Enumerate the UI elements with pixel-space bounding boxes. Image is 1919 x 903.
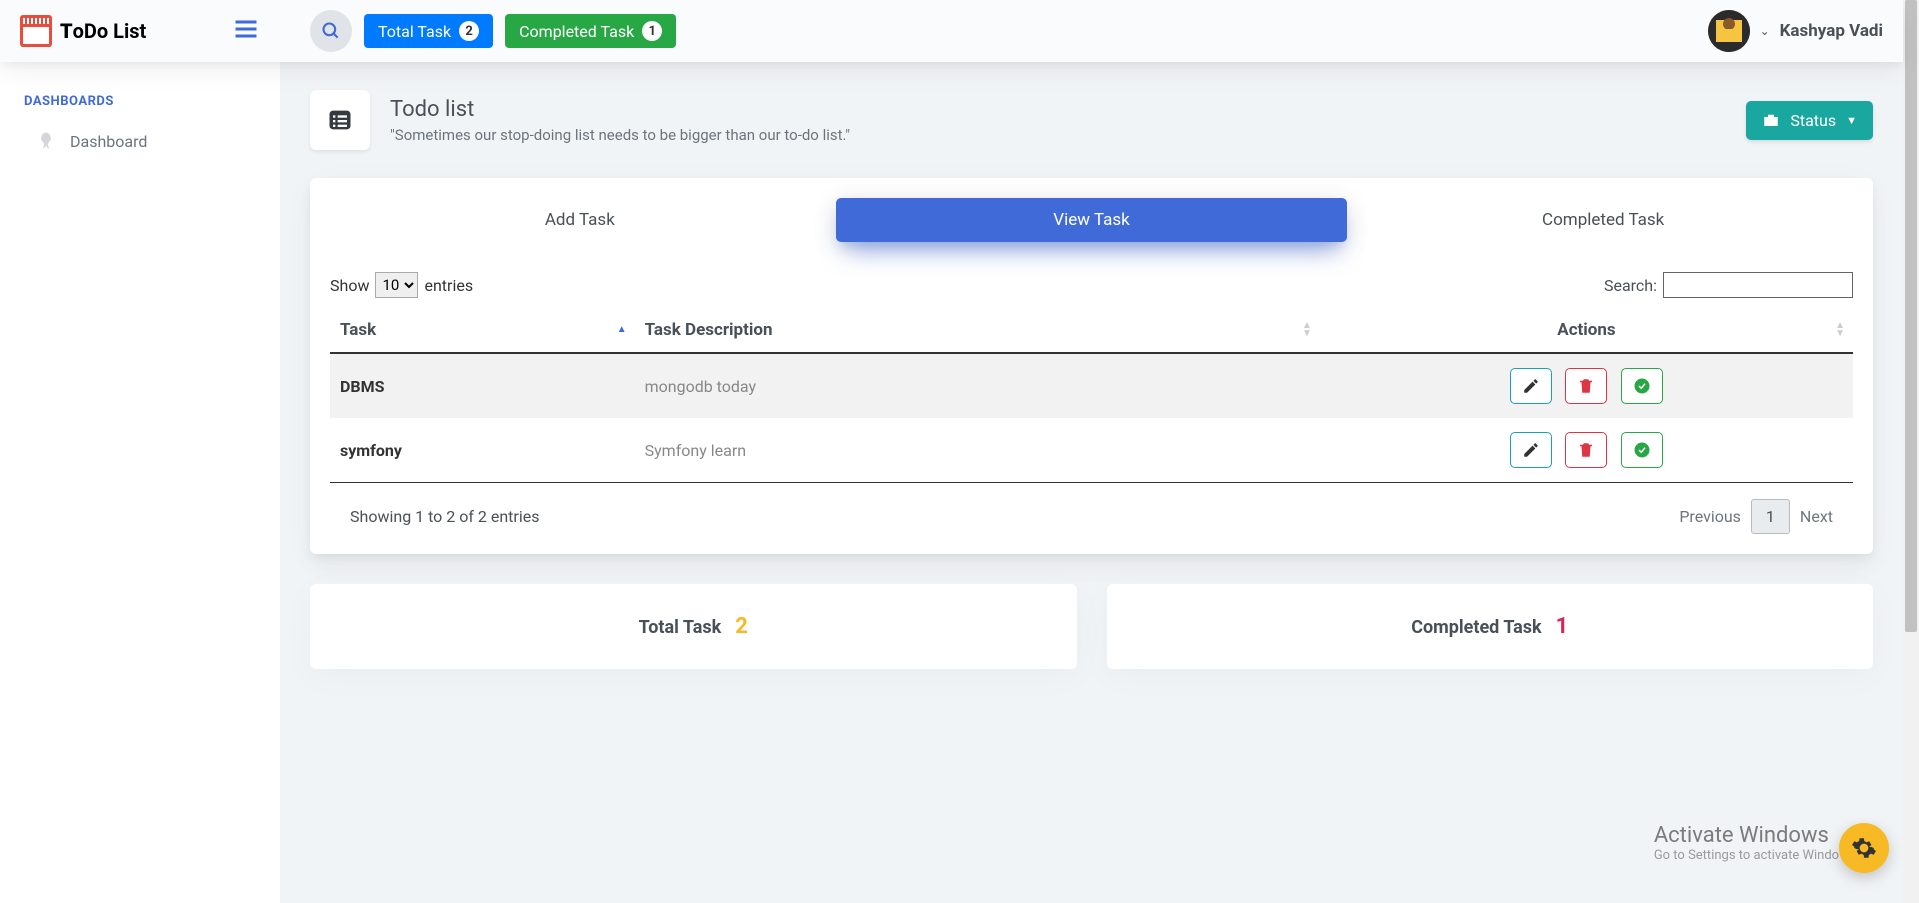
tab-add-task[interactable]: Add Task (324, 198, 836, 242)
show-label: Show (330, 276, 369, 295)
entries-label: entries (424, 276, 473, 295)
page-number[interactable]: 1 (1751, 499, 1790, 534)
delete-button[interactable] (1565, 368, 1607, 404)
sidebar-item-label: Dashboard (70, 132, 147, 151)
avatar (1708, 10, 1750, 52)
edit-button[interactable] (1510, 368, 1552, 404)
page-header: Todo list "Sometimes our stop-doing list… (280, 62, 1903, 178)
logo-icon (20, 15, 52, 47)
scrollbar-track[interactable] (1903, 0, 1919, 903)
page-subtitle: "Sometimes our stop-doing list needs to … (390, 126, 850, 144)
trash-icon (1577, 441, 1595, 459)
page-prev[interactable]: Previous (1679, 507, 1741, 526)
trash-icon (1577, 377, 1595, 395)
stat-completed-label: Completed Task (1411, 617, 1541, 638)
scrollbar-thumb[interactable] (1905, 0, 1917, 632)
main-content: Todo list "Sometimes our stop-doing list… (280, 62, 1919, 699)
completed-task-button[interactable]: Completed Task 1 (505, 14, 676, 48)
tab-view-task[interactable]: View Task (836, 198, 1348, 242)
search-icon (321, 21, 341, 41)
col-desc[interactable]: Task Description▲▼ (635, 308, 1320, 353)
tabs: Add Task View Task Completed Task (310, 178, 1873, 272)
sidebar-item-dashboard[interactable]: Dashboard (0, 121, 280, 161)
search-button[interactable] (310, 10, 352, 52)
pagination: Previous 1 Next (1679, 499, 1833, 534)
check-circle-icon (1633, 441, 1651, 459)
edit-button[interactable] (1510, 432, 1552, 468)
task-table: Task▲ Task Description▲▼ Actions▲▼ DBMS … (330, 308, 1853, 482)
total-task-count: 2 (459, 21, 479, 41)
page-icon-box (310, 90, 370, 150)
rocket-icon (36, 131, 56, 151)
complete-button[interactable] (1621, 368, 1663, 404)
chevron-down-icon: ⌄ (1760, 24, 1770, 38)
complete-button[interactable] (1621, 432, 1663, 468)
page-next[interactable]: Next (1800, 507, 1833, 526)
topbar: ToDo List Total Task 2 Completed Task 1 … (0, 0, 1903, 62)
cell-desc: Symfony learn (635, 418, 1320, 482)
cell-task: symfony (330, 418, 635, 482)
sidebar-heading: DASHBOARDS (0, 94, 280, 121)
caret-down-icon: ▼ (1846, 114, 1857, 127)
cell-actions (1320, 418, 1853, 482)
search-box: Search: (1604, 272, 1853, 298)
table-row: symfony Symfony learn (330, 418, 1853, 482)
search-label: Search: (1604, 276, 1657, 295)
delete-button[interactable] (1565, 432, 1607, 468)
cell-desc: mongodb today (635, 353, 1320, 418)
entries-select[interactable]: 10 (375, 272, 418, 298)
completed-task-count: 1 (642, 21, 662, 41)
total-task-label: Total Task (378, 22, 451, 41)
cell-task: DBMS (330, 353, 635, 418)
total-task-button[interactable]: Total Task 2 (364, 14, 493, 48)
edit-icon (1522, 377, 1540, 395)
stat-completed-task: Completed Task 1 (1107, 584, 1874, 669)
toolbox-icon (1762, 111, 1780, 129)
tab-completed-task[interactable]: Completed Task (1347, 198, 1859, 242)
settings-fab[interactable] (1839, 823, 1889, 873)
edit-icon (1522, 441, 1540, 459)
status-label: Status (1790, 111, 1836, 130)
windows-watermark: Activate Windows Go to Settings to activ… (1654, 823, 1859, 863)
stat-completed-value: 1 (1556, 614, 1569, 639)
stat-total-task: Total Task 2 (310, 584, 1077, 669)
check-circle-icon (1633, 377, 1651, 395)
username: Kashyap Vadi (1780, 21, 1883, 41)
col-actions[interactable]: Actions▲▼ (1320, 308, 1853, 353)
completed-task-label: Completed Task (519, 22, 634, 41)
logo-text: ToDo List (60, 19, 146, 43)
col-task[interactable]: Task▲ (330, 308, 635, 353)
table-info: Showing 1 to 2 of 2 entries (350, 507, 539, 526)
status-button[interactable]: Status ▼ (1746, 101, 1873, 140)
page-title: Todo list (390, 97, 850, 122)
stat-total-value: 2 (735, 614, 748, 639)
list-icon (326, 106, 354, 134)
gear-icon (1851, 835, 1877, 861)
cell-actions (1320, 353, 1853, 418)
logo[interactable]: ToDo List (20, 15, 280, 47)
sidebar: DASHBOARDS Dashboard (0, 62, 280, 903)
user-menu[interactable]: ⌄ Kashyap Vadi (1708, 10, 1883, 52)
stat-total-label: Total Task (639, 617, 722, 638)
entries-length: Show 10 entries (330, 272, 473, 298)
task-card: Add Task View Task Completed Task Show 1… (310, 178, 1873, 554)
search-input[interactable] (1663, 272, 1853, 298)
hamburger-icon[interactable] (232, 15, 260, 47)
table-row: DBMS mongodb today (330, 353, 1853, 418)
